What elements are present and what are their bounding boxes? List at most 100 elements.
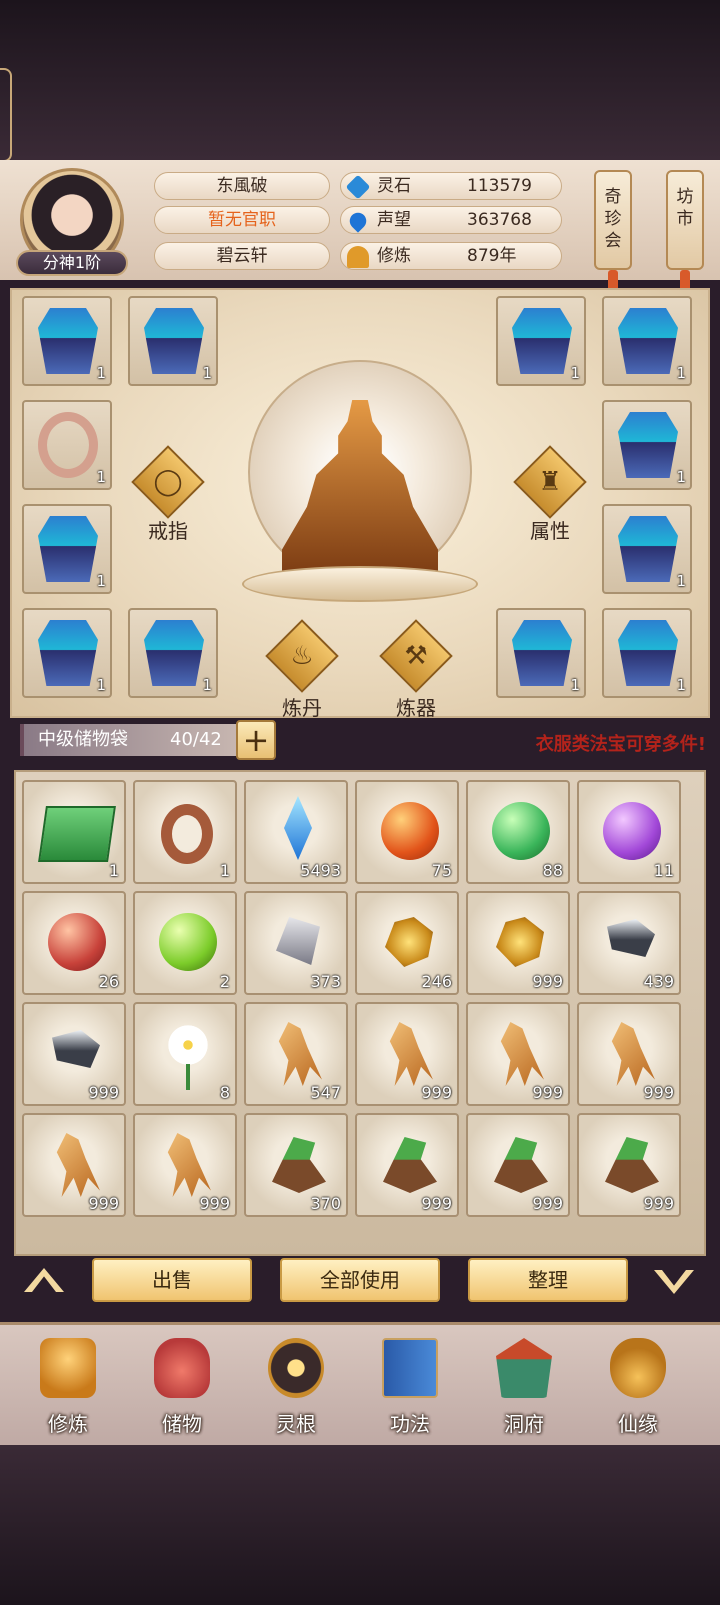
sort-button[interactable]: 整理	[468, 1258, 628, 1302]
red-orb-icon	[48, 913, 106, 971]
dark-ore-icon	[52, 1030, 100, 1068]
equip-slot[interactable]: 1	[22, 296, 112, 386]
item-count: 246	[421, 972, 452, 991]
inventory-item[interactable]: 1	[133, 780, 237, 884]
meditation-icon	[347, 246, 369, 268]
item-count: 999	[199, 1194, 230, 1213]
equip-slot[interactable]: 1	[496, 296, 586, 386]
inventory-item[interactable]: 999	[466, 1113, 570, 1217]
item-count: 999	[421, 1083, 452, 1102]
inventory-item[interactable]: 999	[466, 891, 570, 995]
sell-button[interactable]: 出售	[92, 1258, 252, 1302]
item-count: 1	[108, 861, 119, 880]
robe-icon	[618, 308, 678, 374]
equip-slot[interactable]: 1	[128, 608, 218, 698]
slot-count: 1	[676, 364, 686, 382]
robe-icon	[144, 308, 204, 374]
inventory-item[interactable]: 88	[466, 780, 570, 884]
use-all-button[interactable]: 全部使用	[280, 1258, 440, 1302]
stat-value: 113579	[467, 176, 532, 196]
nav-technique[interactable]: 功法	[360, 1334, 460, 1438]
item-count: 8	[219, 1083, 230, 1102]
inventory-item[interactable]: 26	[22, 891, 126, 995]
equip-slot[interactable]: 1	[22, 504, 112, 594]
inventory-item[interactable]: 999	[466, 1002, 570, 1106]
item-count: 75	[431, 861, 452, 880]
robe-icon	[144, 620, 204, 686]
technique-book-icon	[382, 1338, 438, 1398]
market-button[interactable]: 坊市	[666, 170, 704, 294]
expand-bag-button[interactable]: +	[236, 720, 276, 760]
inventory-item[interactable]: 999	[577, 1113, 681, 1217]
equip-slot[interactable]: 1	[602, 400, 692, 490]
ginseng-icon	[56, 1133, 100, 1197]
nav-storage[interactable]: 储物	[132, 1334, 232, 1438]
storage-bag-bar: 中级储物袋 40/42	[20, 724, 236, 756]
item-count: 11	[653, 861, 674, 880]
item-count: 439	[643, 972, 674, 991]
equip-slot[interactable]: 1	[22, 608, 112, 698]
slot-count: 1	[96, 572, 106, 590]
item-count: 999	[532, 1194, 563, 1213]
cultivate-icon	[40, 1338, 96, 1398]
inventory-item[interactable]: 2	[133, 891, 237, 995]
inventory-item[interactable]: 75	[355, 780, 459, 884]
equip-slot[interactable]: 1	[128, 296, 218, 386]
nav-cultivate[interactable]: 修炼	[18, 1334, 118, 1438]
left-edge-tab[interactable]	[0, 68, 12, 162]
inventory-item[interactable]: 999	[355, 1113, 459, 1217]
silver-ore-icon	[276, 917, 320, 965]
nav-label: 储物	[162, 1412, 202, 1436]
robe-icon	[512, 308, 572, 374]
inventory-item[interactable]: 246	[355, 891, 459, 995]
inventory-item[interactable]: 11	[577, 780, 681, 884]
item-count: 2	[219, 972, 230, 991]
book-icon	[38, 806, 116, 862]
item-count: 999	[643, 1083, 674, 1102]
equip-slot[interactable]: 1	[602, 504, 692, 594]
slot-count: 1	[570, 364, 580, 382]
inventory-item[interactable]: 5493	[244, 780, 348, 884]
item-count: 999	[643, 1194, 674, 1213]
scroll-up-arrow-icon[interactable]	[24, 1268, 64, 1292]
inventory-item[interactable]: 999	[577, 1002, 681, 1106]
nav-spirit-root[interactable]: 灵根	[246, 1334, 346, 1438]
ginseng-icon	[611, 1022, 655, 1086]
nav-cave[interactable]: 洞府	[474, 1334, 574, 1438]
dark-ore-icon	[607, 919, 655, 957]
inventory-item[interactable]: 8	[133, 1002, 237, 1106]
inventory-item[interactable]: 373	[244, 891, 348, 995]
stat-value: 879年	[467, 246, 517, 266]
inventory-item[interactable]: 999	[22, 1002, 126, 1106]
ginseng-icon	[167, 1133, 211, 1197]
item-count: 999	[88, 1083, 119, 1102]
herb-root-icon	[383, 1137, 437, 1193]
scroll-down-arrow-icon[interactable]	[654, 1270, 694, 1294]
inventory-item[interactable]: 370	[244, 1113, 348, 1217]
item-count: 999	[532, 972, 563, 991]
anvil-icon: ⚒	[404, 641, 428, 671]
inventory-item[interactable]: 1	[22, 780, 126, 884]
inventory-item[interactable]: 999	[133, 1113, 237, 1217]
treasure-auction-button[interactable]: 奇珍会	[594, 170, 632, 294]
robe-icon	[512, 620, 572, 686]
equip-slot[interactable]: 1	[602, 296, 692, 386]
nav-fortune[interactable]: 仙缘	[588, 1334, 688, 1438]
inventory-item[interactable]: 547	[244, 1002, 348, 1106]
slot-count: 1	[202, 364, 212, 382]
robe-icon	[38, 308, 98, 374]
bag-hint: 衣服类法宝可穿多件!	[535, 734, 706, 755]
equip-slot[interactable]: 1	[602, 608, 692, 698]
inventory-item[interactable]: 439	[577, 891, 681, 995]
item-count: 999	[88, 1194, 119, 1213]
official-title[interactable]: 暂无官职	[154, 206, 330, 234]
slot-count: 1	[96, 364, 106, 382]
ginseng-icon	[278, 1022, 322, 1086]
inventory-item[interactable]: 999	[355, 1002, 459, 1106]
slot-count: 1	[676, 468, 686, 486]
equip-slot[interactable]: 1	[496, 608, 586, 698]
inventory-item[interactable]: 999	[22, 1113, 126, 1217]
white-flower-icon	[165, 1022, 211, 1068]
ring-slot[interactable]: 1	[22, 400, 112, 490]
bottom-background	[0, 1445, 720, 1605]
